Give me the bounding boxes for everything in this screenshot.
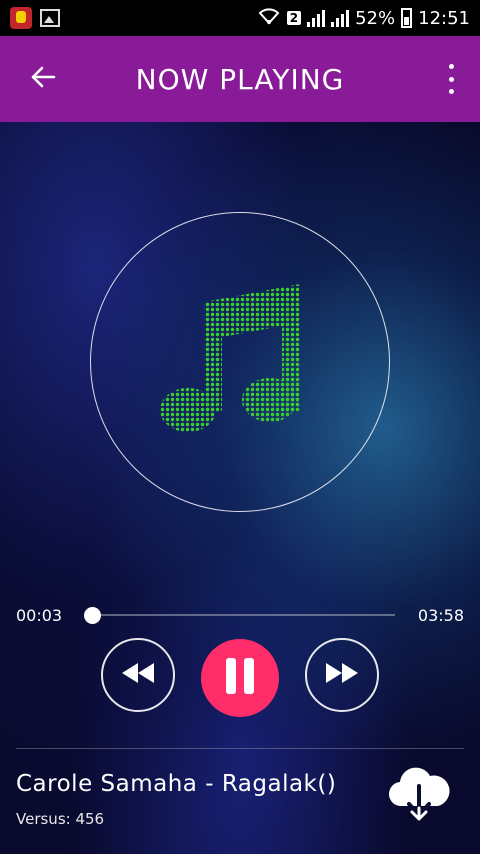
pause-button[interactable] — [201, 639, 279, 717]
image-notification-icon — [40, 9, 60, 27]
pause-icon — [223, 656, 257, 700]
signal-icon — [307, 9, 326, 27]
cloud-download-button[interactable] — [386, 762, 452, 822]
fast-forward-icon — [322, 659, 362, 691]
status-bar: 2 52% 12:51 — [0, 0, 480, 36]
music-note-icon — [160, 282, 300, 432]
app-notification-icon — [10, 7, 32, 29]
track-version: Versus: 456 — [16, 810, 105, 828]
signal-2-icon — [331, 9, 350, 27]
seek-bar[interactable] — [88, 614, 395, 616]
back-arrow-icon[interactable] — [28, 62, 58, 92]
battery-percent: 52% — [355, 7, 396, 29]
battery-icon — [401, 8, 413, 28]
page-title: NOW PLAYING — [135, 62, 345, 96]
fast-forward-button[interactable] — [305, 638, 379, 712]
current-time: 00:03 — [16, 606, 63, 625]
rewind-icon — [118, 659, 158, 691]
track-title: Carole Samaha - Ragalak() — [16, 771, 337, 797]
more-vert-icon[interactable] — [446, 64, 456, 94]
clock: 12:51 — [418, 7, 470, 29]
seek-thumb[interactable] — [83, 607, 101, 624]
sim-badge: 2 — [286, 11, 302, 25]
total-time: 03:58 — [417, 606, 464, 625]
wifi-icon — [257, 7, 281, 30]
app-bar: NOW PLAYING — [0, 36, 480, 122]
divider — [16, 748, 464, 749]
player-area: 00:03 03:58 Carole Samaha - Ragalak() Ve… — [0, 122, 480, 854]
rewind-button[interactable] — [101, 638, 175, 712]
cloud-download-icon — [388, 767, 450, 821]
